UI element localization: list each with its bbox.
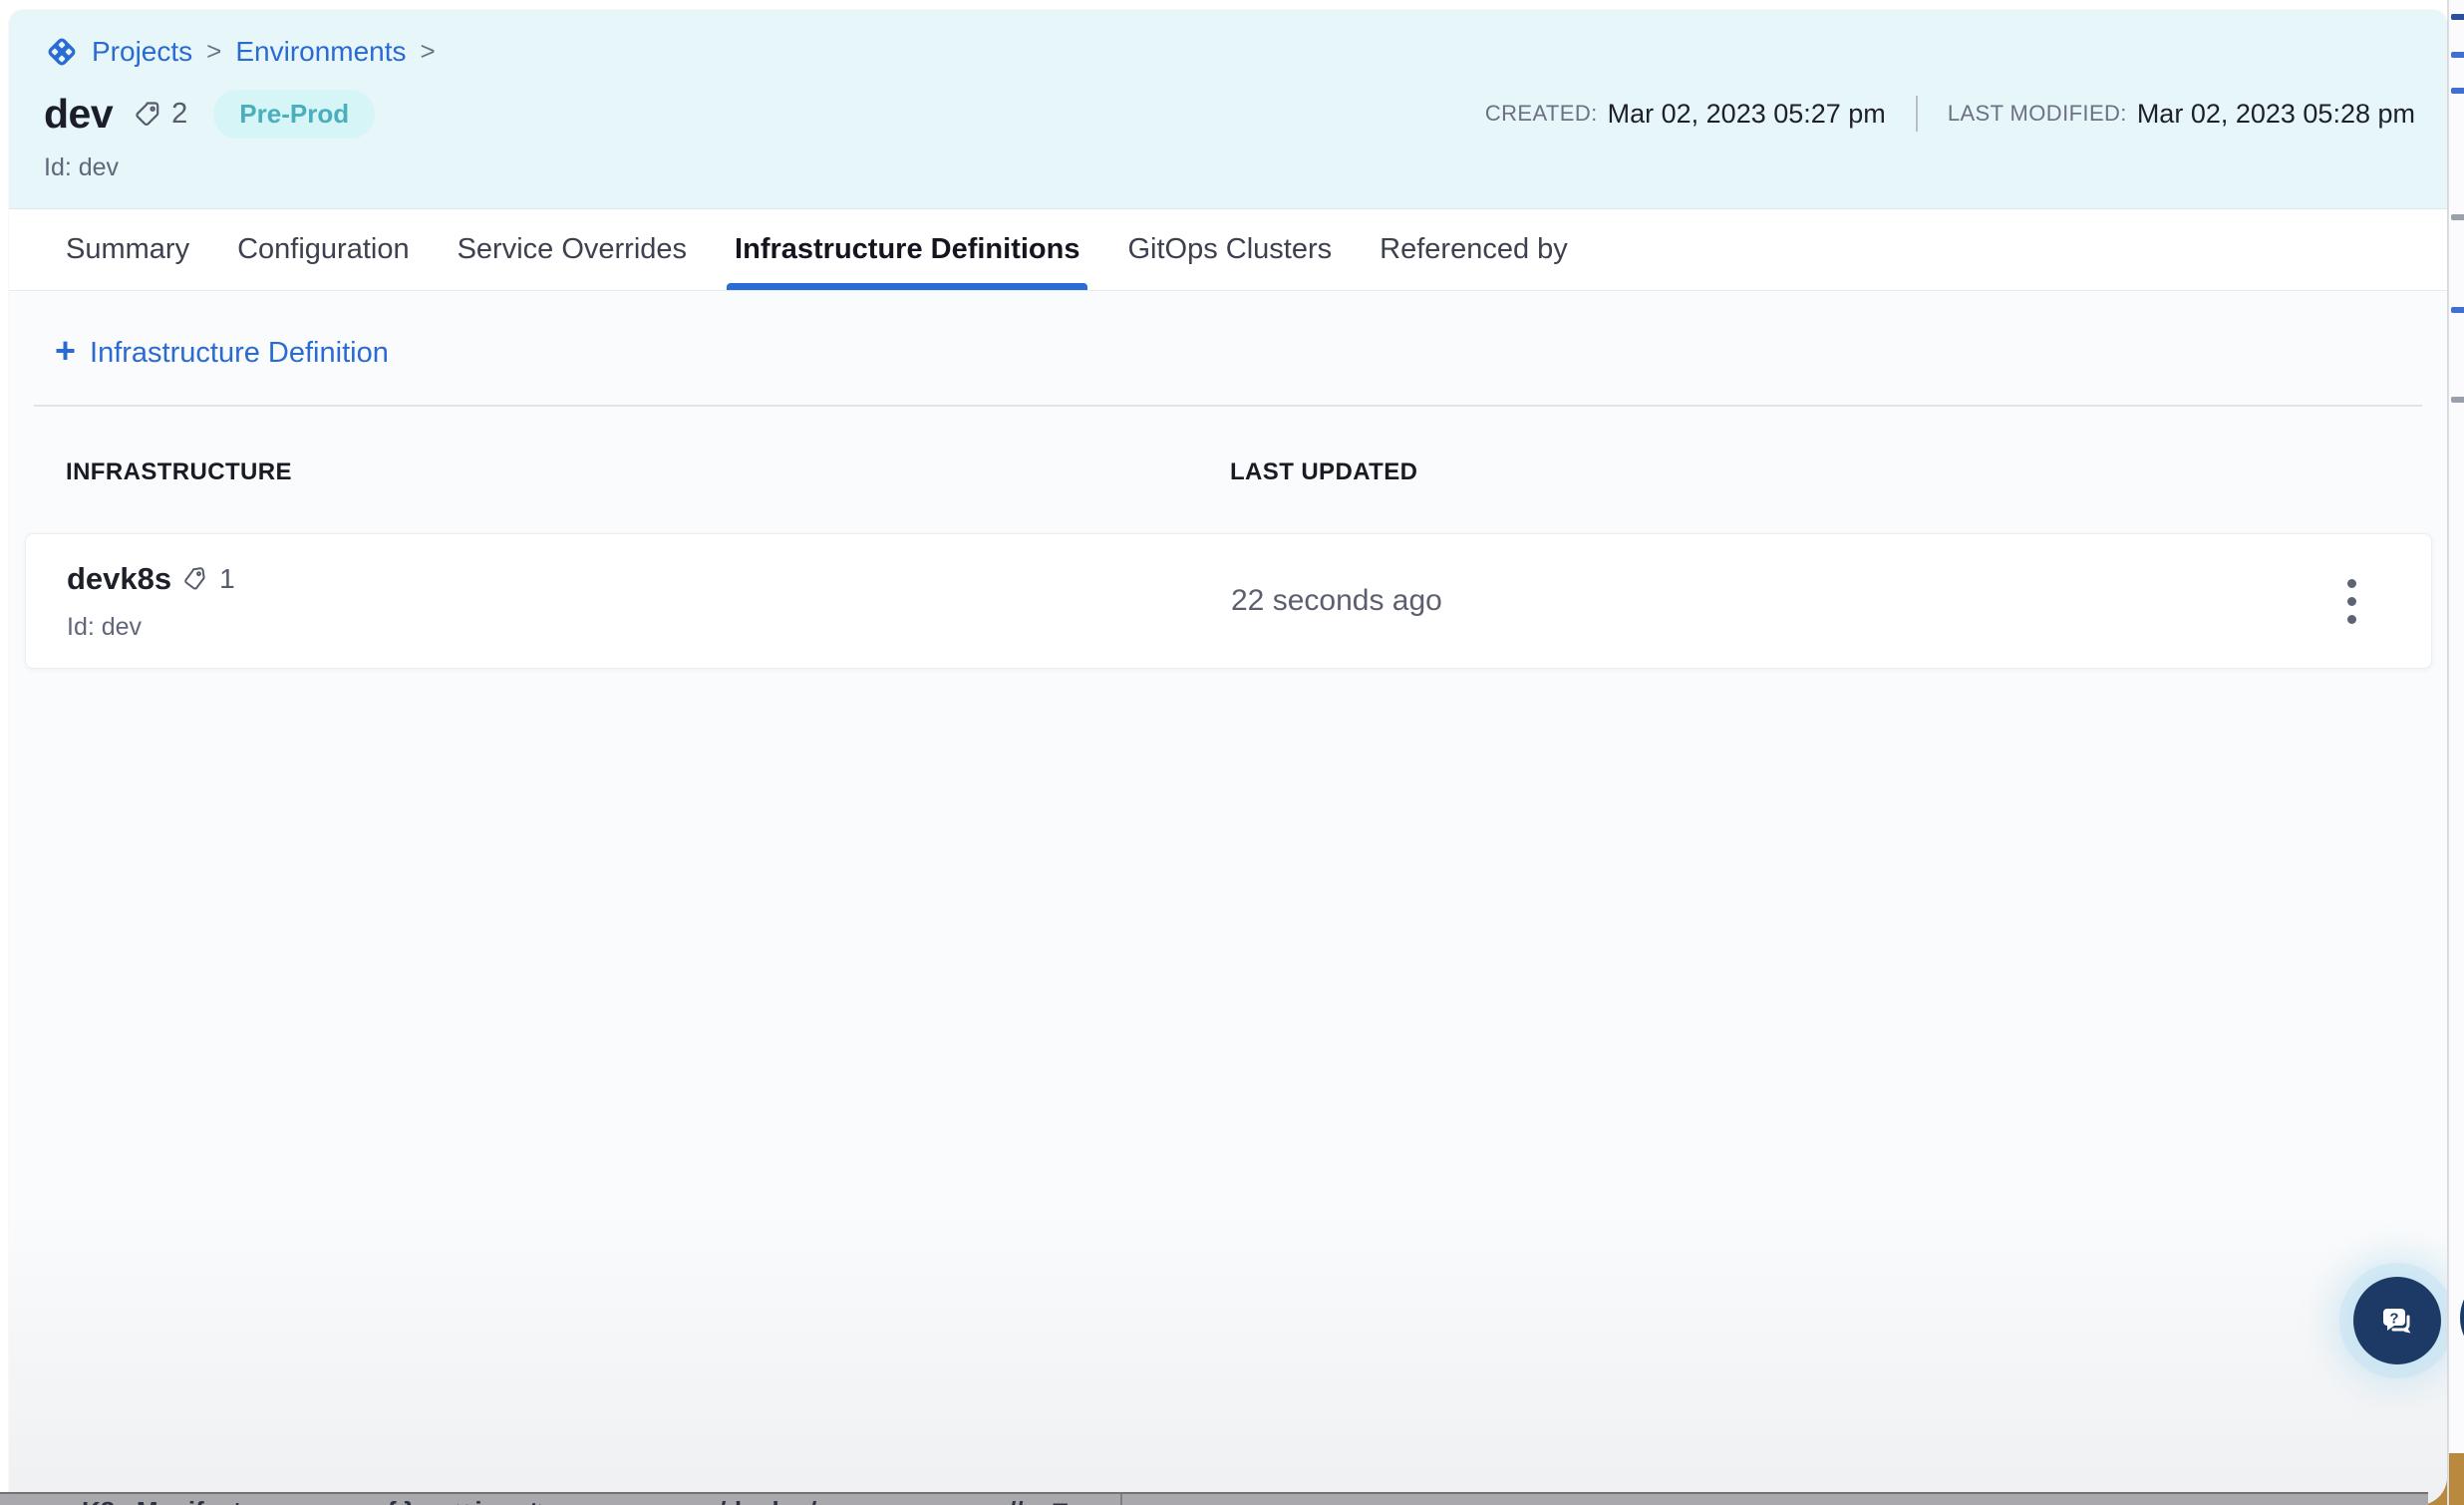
breadcrumb: Projects > Environments > xyxy=(44,34,2415,70)
tab-referenced-by[interactable]: Referenced by xyxy=(1380,209,1568,290)
tab-gitops-clusters[interactable]: GitOps Clusters xyxy=(1127,209,1332,290)
underlying-window-edge xyxy=(2447,0,2464,1505)
underlay-text-fragment xyxy=(2451,214,2464,220)
infrastructure-id: Id: dev xyxy=(67,613,1190,642)
page-header: Projects > Environments > dev 2 Pre-Prod… xyxy=(9,10,2447,209)
row-menu-cell xyxy=(2272,569,2431,634)
section-divider xyxy=(34,405,2422,407)
table-header-row: INFRASTRUCTURE LAST UPDATED xyxy=(9,458,2447,486)
infrastructure-definitions-content: + Infrastructure Definition INFRASTRUCTU… xyxy=(9,291,2447,1505)
copy-icon: ⧉ xyxy=(1053,1496,1072,1505)
chevron-right-icon: > xyxy=(204,36,223,67)
infrastructure-cell: devk8s 1 Id: dev xyxy=(26,561,1190,642)
underlay-text: <+input> xyxy=(445,1496,553,1505)
tab-configuration[interactable]: Configuration xyxy=(237,209,410,290)
breadcrumb-link-projects[interactable]: Projects xyxy=(92,36,192,68)
tab-infrastructure-definitions[interactable]: Infrastructure Definitions xyxy=(735,209,1079,290)
environment-details-panel: Projects > Environments > dev 2 Pre-Prod… xyxy=(9,10,2447,1505)
underlying-page-strip: K8s Manifest { } <+input> /deploy/ // ⧉ xyxy=(0,1492,2428,1505)
underlay-text: // xyxy=(1009,1496,1023,1505)
column-header-infrastructure: INFRASTRUCTURE xyxy=(66,458,1230,486)
table-row[interactable]: devk8s 1 Id: dev 22 seconds ago xyxy=(25,533,2432,669)
underlay-text-fragment xyxy=(2451,52,2464,58)
underlay-text-fragment xyxy=(2451,14,2464,20)
title-row: dev 2 Pre-Prod CREATED: Mar 02, 2023 05:… xyxy=(44,90,2415,138)
underlay-text-fragment xyxy=(2451,88,2464,94)
underlay-help-button-sliver xyxy=(2460,1274,2464,1361)
created-label: CREATED: xyxy=(1485,101,1598,127)
infrastructure-name: devk8s xyxy=(67,561,171,597)
more-options-icon[interactable] xyxy=(2337,569,2366,634)
tag-icon xyxy=(133,99,163,130)
screen: Projects > Environments > dev 2 Pre-Prod… xyxy=(0,0,2464,1505)
tab-bar: Summary Configuration Service Overrides … xyxy=(9,209,2447,291)
timestamps: CREATED: Mar 02, 2023 05:27 pm LAST MODI… xyxy=(1485,96,2415,132)
underlay-text: K8s Manifest xyxy=(82,1496,241,1505)
chevron-right-icon: > xyxy=(419,36,438,67)
help-chat-button[interactable]: ? xyxy=(2353,1277,2441,1364)
breadcrumb-link-environments[interactable]: Environments xyxy=(235,36,406,68)
underlay-text-fragment xyxy=(2451,307,2464,313)
underlay-text-fragment xyxy=(2451,397,2464,403)
projects-icon xyxy=(44,34,80,70)
tags-summary: 2 xyxy=(133,98,187,131)
underlay-divider xyxy=(1120,1494,1122,1505)
modified-label: LAST MODIFIED: xyxy=(1948,101,2127,127)
tag-count: 1 xyxy=(219,563,235,595)
page-title: dev xyxy=(44,91,113,138)
created-value: Mar 02, 2023 05:27 pm xyxy=(1608,99,1886,130)
environment-type-badge: Pre-Prod xyxy=(213,90,375,139)
add-button-label: Infrastructure Definition xyxy=(90,337,389,370)
chat-question-icon: ? xyxy=(2374,1298,2420,1344)
braces-icon: { } xyxy=(387,1496,414,1505)
desktop-corner-sliver xyxy=(2449,1453,2464,1505)
tab-summary[interactable]: Summary xyxy=(66,209,189,290)
vertical-divider xyxy=(1916,96,1918,132)
tag-icon xyxy=(179,563,211,595)
underlay-text: /deploy/ xyxy=(719,1496,816,1505)
modified-value: Mar 02, 2023 05:28 pm xyxy=(2137,99,2415,130)
last-updated-cell: 22 seconds ago xyxy=(1190,584,2272,618)
svg-text:?: ? xyxy=(2389,1311,2398,1328)
add-infrastructure-definition-button[interactable]: + Infrastructure Definition xyxy=(55,335,389,371)
tag-count: 2 xyxy=(171,98,187,131)
column-header-last-updated: LAST UPDATED xyxy=(1230,458,2447,486)
plus-icon: + xyxy=(55,333,76,369)
tab-service-overrides[interactable]: Service Overrides xyxy=(458,209,687,290)
environment-id: Id: dev xyxy=(44,153,2415,182)
